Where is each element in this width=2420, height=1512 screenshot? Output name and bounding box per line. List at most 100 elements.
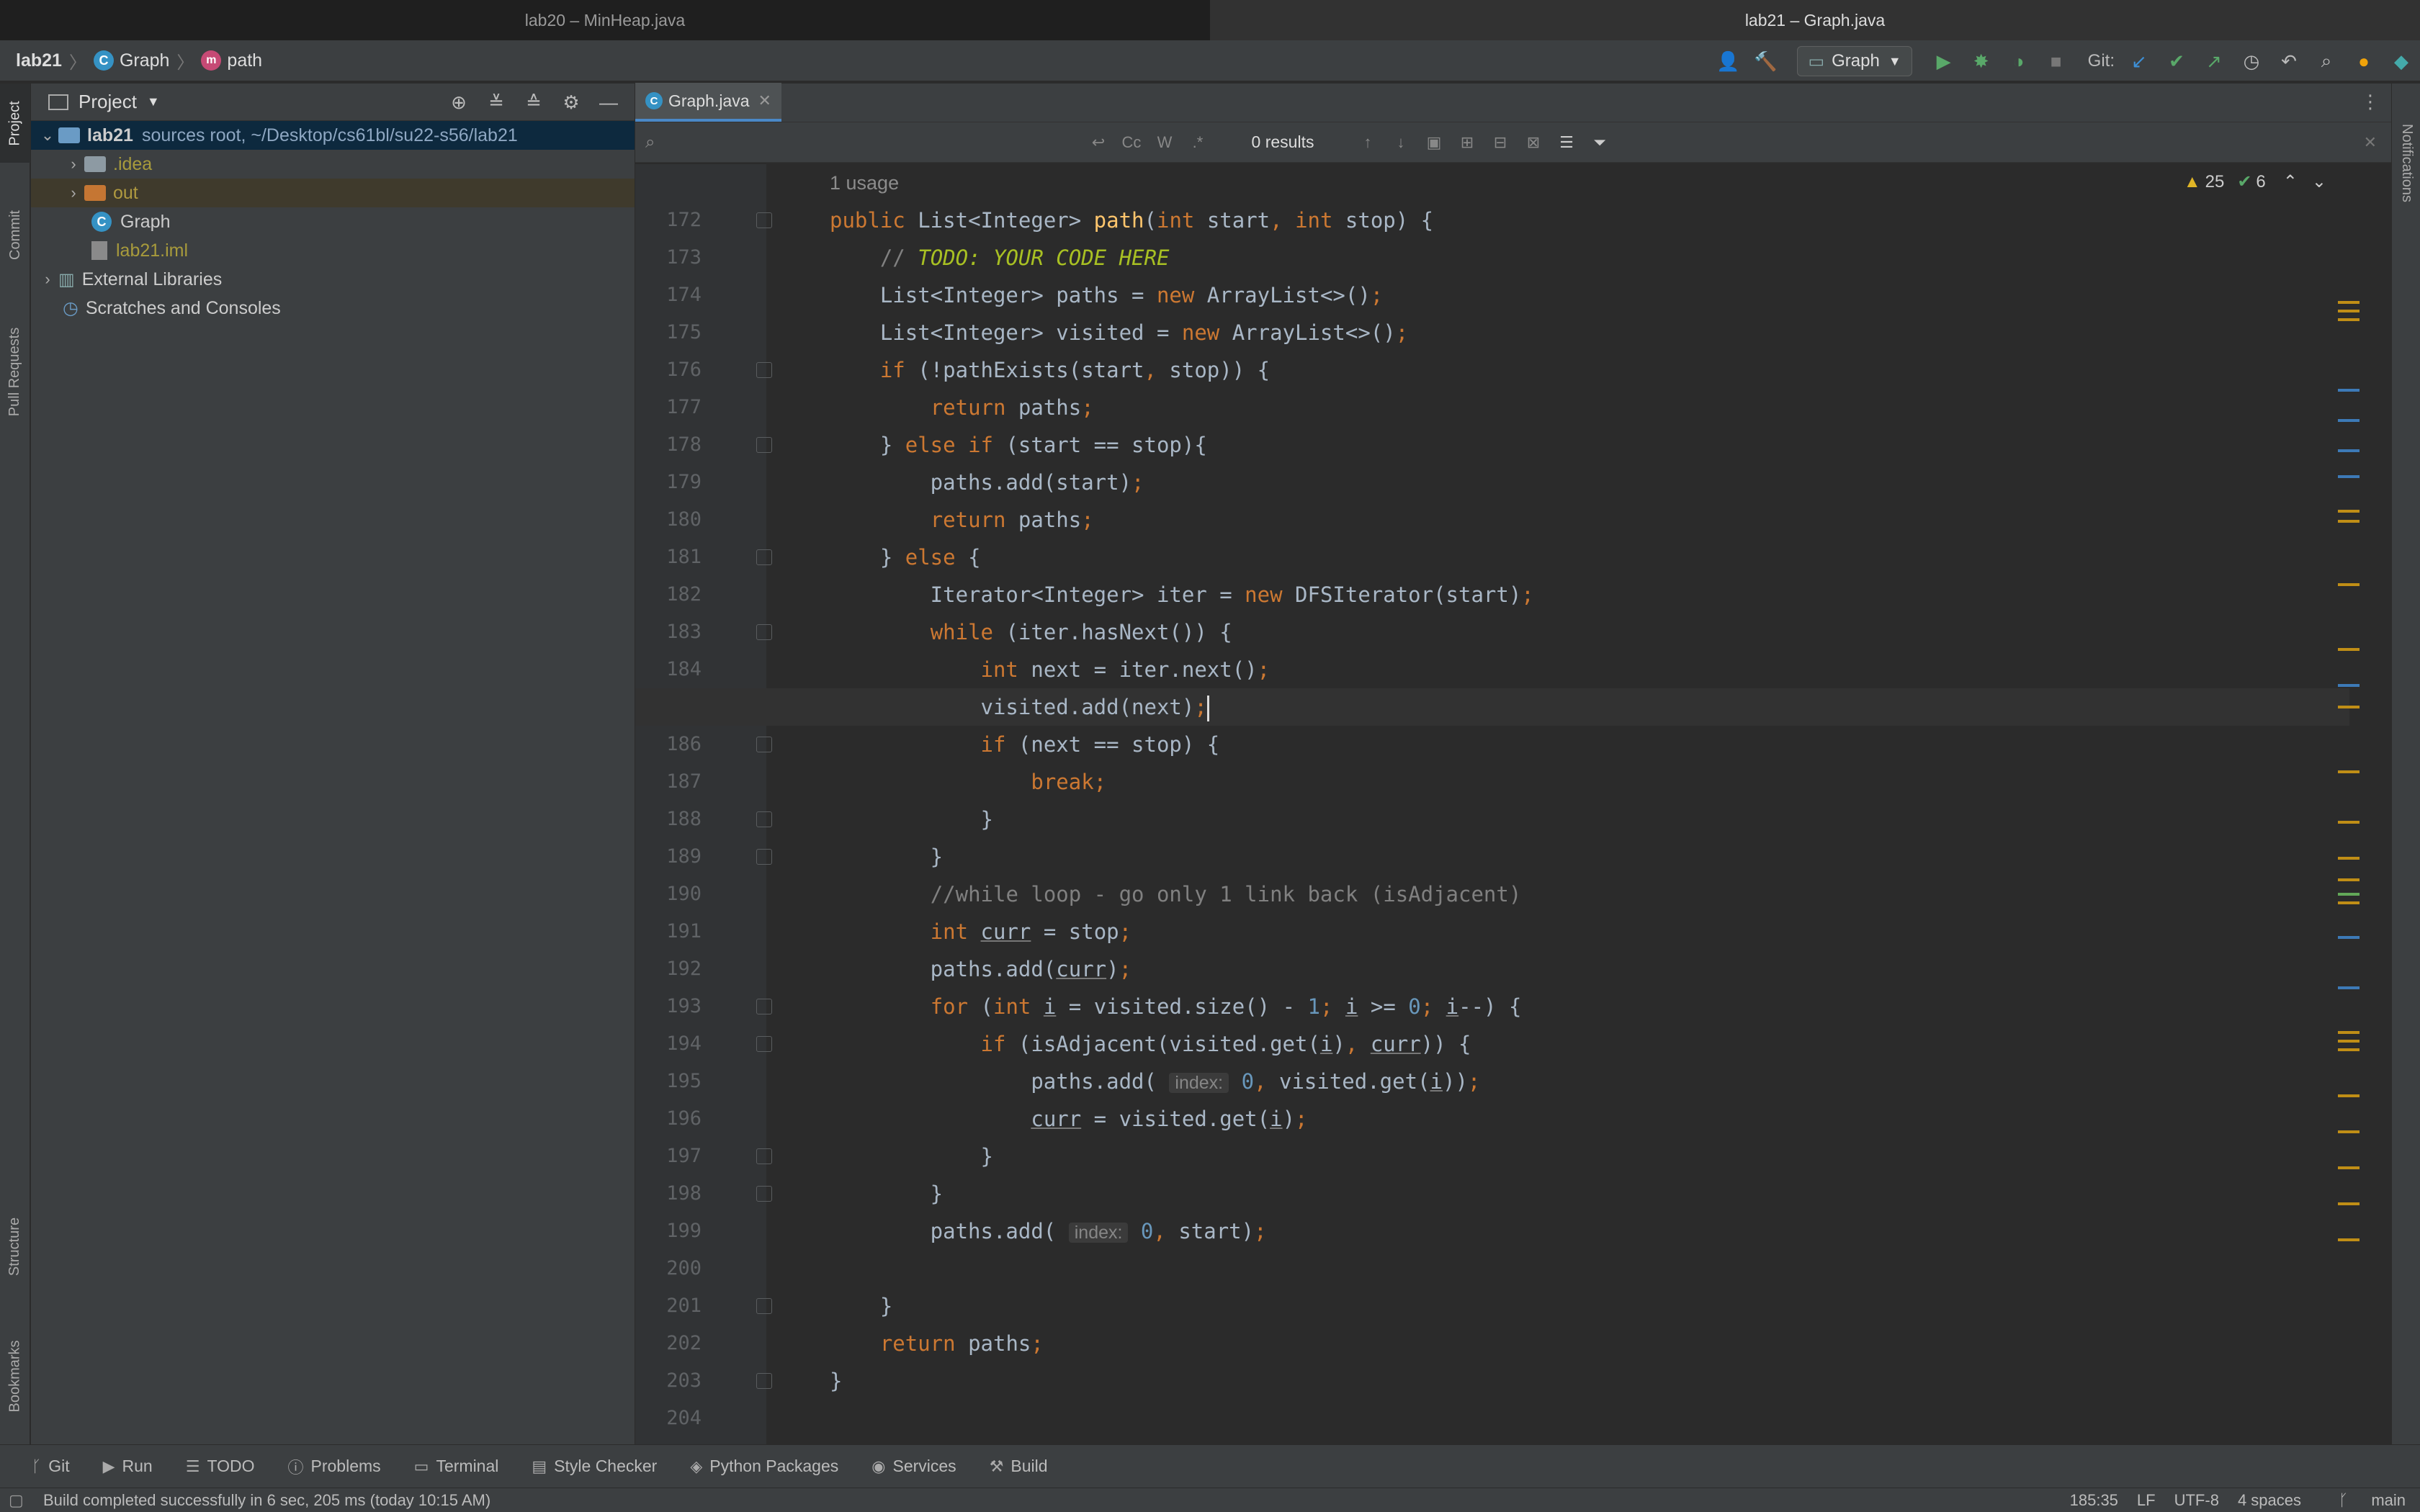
stripe-marker[interactable] <box>2338 1094 2360 1097</box>
remove-occurrence-icon[interactable]: ⊟ <box>1484 133 1517 152</box>
stripe-marker[interactable] <box>2338 449 2360 452</box>
code-line[interactable]: //while loop - go only 1 link back (isAd… <box>635 876 2349 913</box>
inspection-widget[interactable]: ▲ 25 ✔ 6 ⌃ ⌄ <box>2184 171 2326 192</box>
tree-item-lab21-iml[interactable]: lab21.iml <box>31 236 635 265</box>
stripe-marker[interactable] <box>2338 1238 2360 1241</box>
select-all-occurrences-icon[interactable]: ⊠ <box>1517 133 1550 152</box>
tool-python-packages[interactable]: ◈ Python Packages <box>690 1457 838 1476</box>
code-line[interactable]: while (iter.hasNext()) { <box>635 613 2349 651</box>
build-hammer-icon[interactable]: 🔨 <box>1751 47 1780 76</box>
tool-build[interactable]: ⚒ Build <box>990 1457 1048 1476</box>
minimize-icon[interactable]: — <box>594 88 623 117</box>
stripe-marker[interactable] <box>2338 583 2360 586</box>
code-line[interactable]: Iterator<Integer> iter = new DFSIterator… <box>635 576 2349 613</box>
breadcrumb-method[interactable]: m path <box>201 50 262 71</box>
project-panel-title[interactable]: Project <box>79 91 137 113</box>
code-line[interactable]: } <box>635 1138 2349 1175</box>
stripe-marker[interactable] <box>2338 857 2360 860</box>
code-line[interactable]: visited.add(next); <box>635 688 2349 726</box>
chevron-right-icon[interactable]: › <box>63 184 84 202</box>
stripe-marker[interactable] <box>2338 893 2360 896</box>
search-input[interactable]: ⌕ <box>635 122 1082 163</box>
chevron-down-icon[interactable]: ▼ <box>147 94 160 109</box>
tree-item-graph[interactable]: C Graph <box>31 207 635 236</box>
tool-tab-notifications[interactable]: Notifications <box>2392 91 2420 235</box>
select-all-icon[interactable]: ▣ <box>1417 133 1451 152</box>
code-line[interactable] <box>635 1250 2349 1287</box>
gear-icon[interactable]: ⚙ <box>557 88 586 117</box>
stripe-marker[interactable] <box>2338 1166 2360 1169</box>
rollback-icon[interactable]: ↶ <box>2275 47 2303 76</box>
code-line[interactable]: // TODO: YOUR CODE HERE <box>635 239 2349 276</box>
chevron-down-icon[interactable]: ⌄ <box>2312 171 2326 192</box>
filter-options-icon[interactable]: ☰ <box>1550 133 1583 152</box>
git-push-icon[interactable]: ↗ <box>2200 47 2228 76</box>
code-line[interactable]: int curr = stop; <box>635 913 2349 950</box>
stripe-marker[interactable] <box>2338 475 2360 478</box>
search-icon[interactable]: ⌕ <box>2312 47 2341 76</box>
code-line[interactable]: paths.add(start); <box>635 464 2349 501</box>
debug-icon[interactable]: ✸ <box>1967 47 1996 76</box>
code-line[interactable]: break; <box>635 763 2349 801</box>
coverage-icon[interactable]: ◑ <box>2004 47 2033 76</box>
git-branch[interactable]: ᚴ main <box>2320 1491 2406 1510</box>
code-line[interactable]: if (next == stop) { <box>635 726 2349 763</box>
stripe-marker[interactable] <box>2338 878 2360 881</box>
tool-git[interactable]: ᚴ Git <box>32 1457 70 1476</box>
arrow-up-icon[interactable]: ↑ <box>1351 133 1384 152</box>
chevron-down-icon[interactable]: ⌄ <box>37 126 58 145</box>
tool-tab-pull-requests[interactable]: Pull Requests <box>0 300 30 444</box>
window-tab-lab21[interactable]: lab21 – Graph.java <box>1210 0 2420 40</box>
chevron-right-icon[interactable]: › <box>37 270 58 289</box>
filter-icon[interactable]: ⏷ <box>1583 133 1616 152</box>
close-icon[interactable]: ✕ <box>758 91 771 110</box>
code-line[interactable]: return paths; <box>635 1325 2349 1362</box>
stripe-marker[interactable] <box>2338 648 2360 651</box>
tree-item-scratches[interactable]: ◷ Scratches and Consoles <box>31 294 635 323</box>
stop-icon[interactable]: ■ <box>2042 47 2071 76</box>
tree-item-lab21[interactable]: ⌄ lab21 sources root, ~/Desktop/cs61bl/s… <box>31 121 635 150</box>
account-icon[interactable]: 👤 <box>1713 47 1742 76</box>
code-area[interactable]: 172 173 174 175 176 177 178 179 180 181 182 183 184 1… <box>635 164 2391 1444</box>
close-icon[interactable]: ✕ <box>2364 133 2377 152</box>
code-line[interactable]: paths.add( index: 0, visited.get(i)); <box>635 1063 2349 1100</box>
code-line[interactable]: paths.add( index: 0, start); <box>635 1212 2349 1250</box>
file-encoding[interactable]: UTF-8 <box>2174 1491 2219 1510</box>
breadcrumb-project[interactable]: lab21 <box>16 50 62 71</box>
run-config-select[interactable]: ▭ Graph ▼ <box>1797 46 1912 76</box>
stripe-marker[interactable] <box>2338 389 2360 392</box>
code-line[interactable]: if (!pathExists(start, stop)) { <box>635 351 2349 389</box>
arrow-down-icon[interactable]: ↓ <box>1384 133 1417 152</box>
code-line[interactable] <box>635 1400 2349 1437</box>
history-icon[interactable]: ↩ <box>1082 133 1115 152</box>
indent-setting[interactable]: 4 spaces <box>2238 1491 2301 1510</box>
code-line[interactable]: } <box>635 838 2349 876</box>
stripe-marker[interactable] <box>2338 310 2360 312</box>
tool-run[interactable]: ▶ Run <box>103 1457 153 1476</box>
plugin-icon[interactable]: ◆ <box>2387 47 2416 76</box>
stripe-marker[interactable] <box>2338 821 2360 824</box>
stripe-marker[interactable] <box>2338 1031 2360 1034</box>
code-line[interactable]: } <box>635 1362 2349 1400</box>
words-toggle[interactable]: W <box>1148 133 1181 152</box>
match-case-toggle[interactable]: Cc <box>1115 133 1148 152</box>
code-line[interactable]: } <box>635 1175 2349 1212</box>
tree-item-external-libraries[interactable]: › ▥ External Libraries <box>31 265 635 294</box>
code-line[interactable]: List<Integer> paths = new ArrayList<>(); <box>635 276 2349 314</box>
code-line[interactable]: return paths; <box>635 389 2349 426</box>
tree-item-idea[interactable]: › .idea <box>31 150 635 179</box>
stripe-marker[interactable] <box>2338 684 2360 687</box>
stripe-marker[interactable] <box>2338 520 2360 523</box>
code-line[interactable]: } <box>635 801 2349 838</box>
chevron-up-icon[interactable]: ⌃ <box>2283 171 2298 192</box>
stripe-marker[interactable] <box>2338 901 2360 904</box>
code-line[interactable]: return paths; <box>635 501 2349 539</box>
window-tab-lab20[interactable]: lab20 – MinHeap.java <box>0 0 1210 40</box>
stripe-marker[interactable] <box>2338 770 2360 773</box>
stripe-marker[interactable] <box>2338 986 2360 989</box>
tool-terminal[interactable]: ▭ Terminal <box>414 1457 499 1476</box>
stripe-marker[interactable] <box>2338 936 2360 939</box>
layout-icon[interactable]: ▢ <box>9 1491 24 1510</box>
stripe-marker[interactable] <box>2338 1130 2360 1133</box>
usage-hint[interactable]: 1 usage <box>830 164 899 202</box>
